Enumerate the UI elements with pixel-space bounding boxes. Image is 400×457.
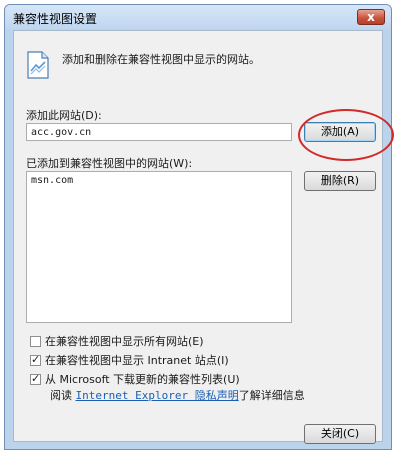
window-title: 兼容性视图设置 xyxy=(13,12,98,26)
added-sites-label: 已添加到兼容性视图中的网站(W): xyxy=(26,157,193,170)
list-item[interactable]: msn.com xyxy=(31,175,287,186)
added-sites-list[interactable]: msn.com xyxy=(26,171,292,323)
window-close-button[interactable]: x xyxy=(357,9,385,25)
add-site-input[interactable]: acc.gov.cn xyxy=(26,123,292,141)
compat-view-dialog: 兼容性视图设置 x 添加和删除在兼容性视图中显示的网站。 添加此网站(D): a… xyxy=(4,4,394,450)
option-label: 在兼容性视图中显示所有网站(E) xyxy=(45,335,204,348)
option-label: 从 Microsoft 下载更新的兼容性列表(U) xyxy=(45,373,240,386)
remove-button[interactable]: 删除(R) xyxy=(304,171,376,191)
checkbox-show-all-sites[interactable] xyxy=(30,335,41,347)
checkbox-show-intranet[interactable] xyxy=(30,353,41,366)
privacy-suffix: 了解详细信息 xyxy=(238,389,305,402)
dialog-body: 添加和删除在兼容性视图中显示的网站。 添加此网站(D): acc.gov.cn … xyxy=(13,30,394,444)
compatibility-view-icon xyxy=(27,51,49,79)
option-show-all-sites[interactable]: 在兼容性视图中显示所有网站(E) xyxy=(30,333,204,349)
checkbox-download-list[interactable] xyxy=(30,372,41,385)
close-button[interactable]: 关闭(C) xyxy=(304,424,376,444)
add-site-label: 添加此网站(D): xyxy=(26,109,102,122)
title-bar[interactable]: 兼容性视图设置 x xyxy=(5,5,391,29)
privacy-line: 阅读 Internet Explorer 隐私声明了解详细信息 xyxy=(50,387,305,403)
highlight-annotation xyxy=(298,109,394,161)
dialog-description: 添加和删除在兼容性视图中显示的网站。 xyxy=(62,53,260,66)
option-label: 在兼容性视图中显示 Intranet 站点(I) xyxy=(45,354,229,367)
option-show-intranet[interactable]: 在兼容性视图中显示 Intranet 站点(I) xyxy=(30,352,229,368)
privacy-prefix: 阅读 xyxy=(50,389,72,402)
privacy-statement-link[interactable]: Internet Explorer 隐私声明 xyxy=(76,389,239,402)
option-download-list[interactable]: 从 Microsoft 下载更新的兼容性列表(U) xyxy=(30,371,240,387)
